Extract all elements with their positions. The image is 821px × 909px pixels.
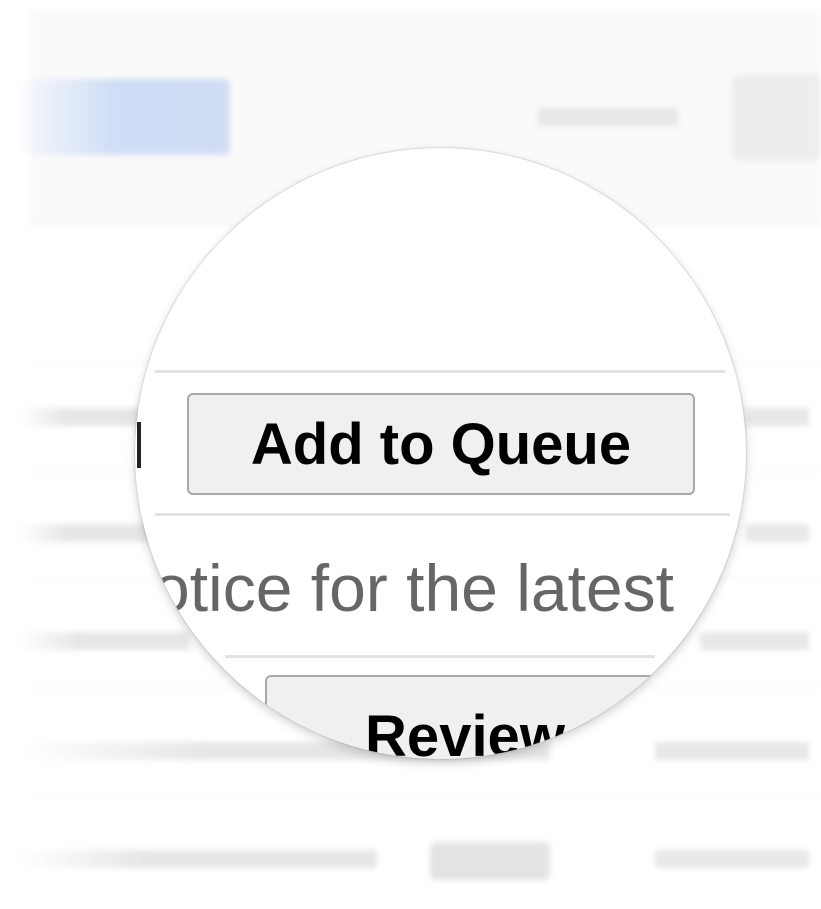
row-text-placeholder <box>20 524 150 542</box>
row-text-placeholder <box>745 524 809 542</box>
row-divider <box>225 655 655 658</box>
header-text-placeholder <box>538 108 678 126</box>
row-text-placeholder <box>655 850 809 868</box>
row-text-placeholder <box>655 742 809 760</box>
row-text-placeholder <box>20 408 150 426</box>
header-action-button[interactable] <box>732 74 821 161</box>
primary-header-button[interactable] <box>20 79 230 155</box>
notice-text: otice for the latest <box>153 551 674 625</box>
review-button[interactable]: Review <box>265 675 665 759</box>
row-text-placeholder <box>20 632 190 650</box>
add-to-queue-button[interactable]: Add to Queue <box>187 393 695 495</box>
magnifier-lens: Add to Queue otice for the latest Review <box>135 148 746 759</box>
row-text-placeholder <box>700 632 809 650</box>
row-divider <box>30 796 821 797</box>
row-text-placeholder <box>20 850 377 868</box>
row-divider <box>155 370 725 373</box>
row-action-button[interactable] <box>430 842 550 880</box>
row-divider <box>155 513 730 516</box>
row-text-placeholder <box>745 408 809 426</box>
clipped-text-fragment <box>137 410 155 480</box>
